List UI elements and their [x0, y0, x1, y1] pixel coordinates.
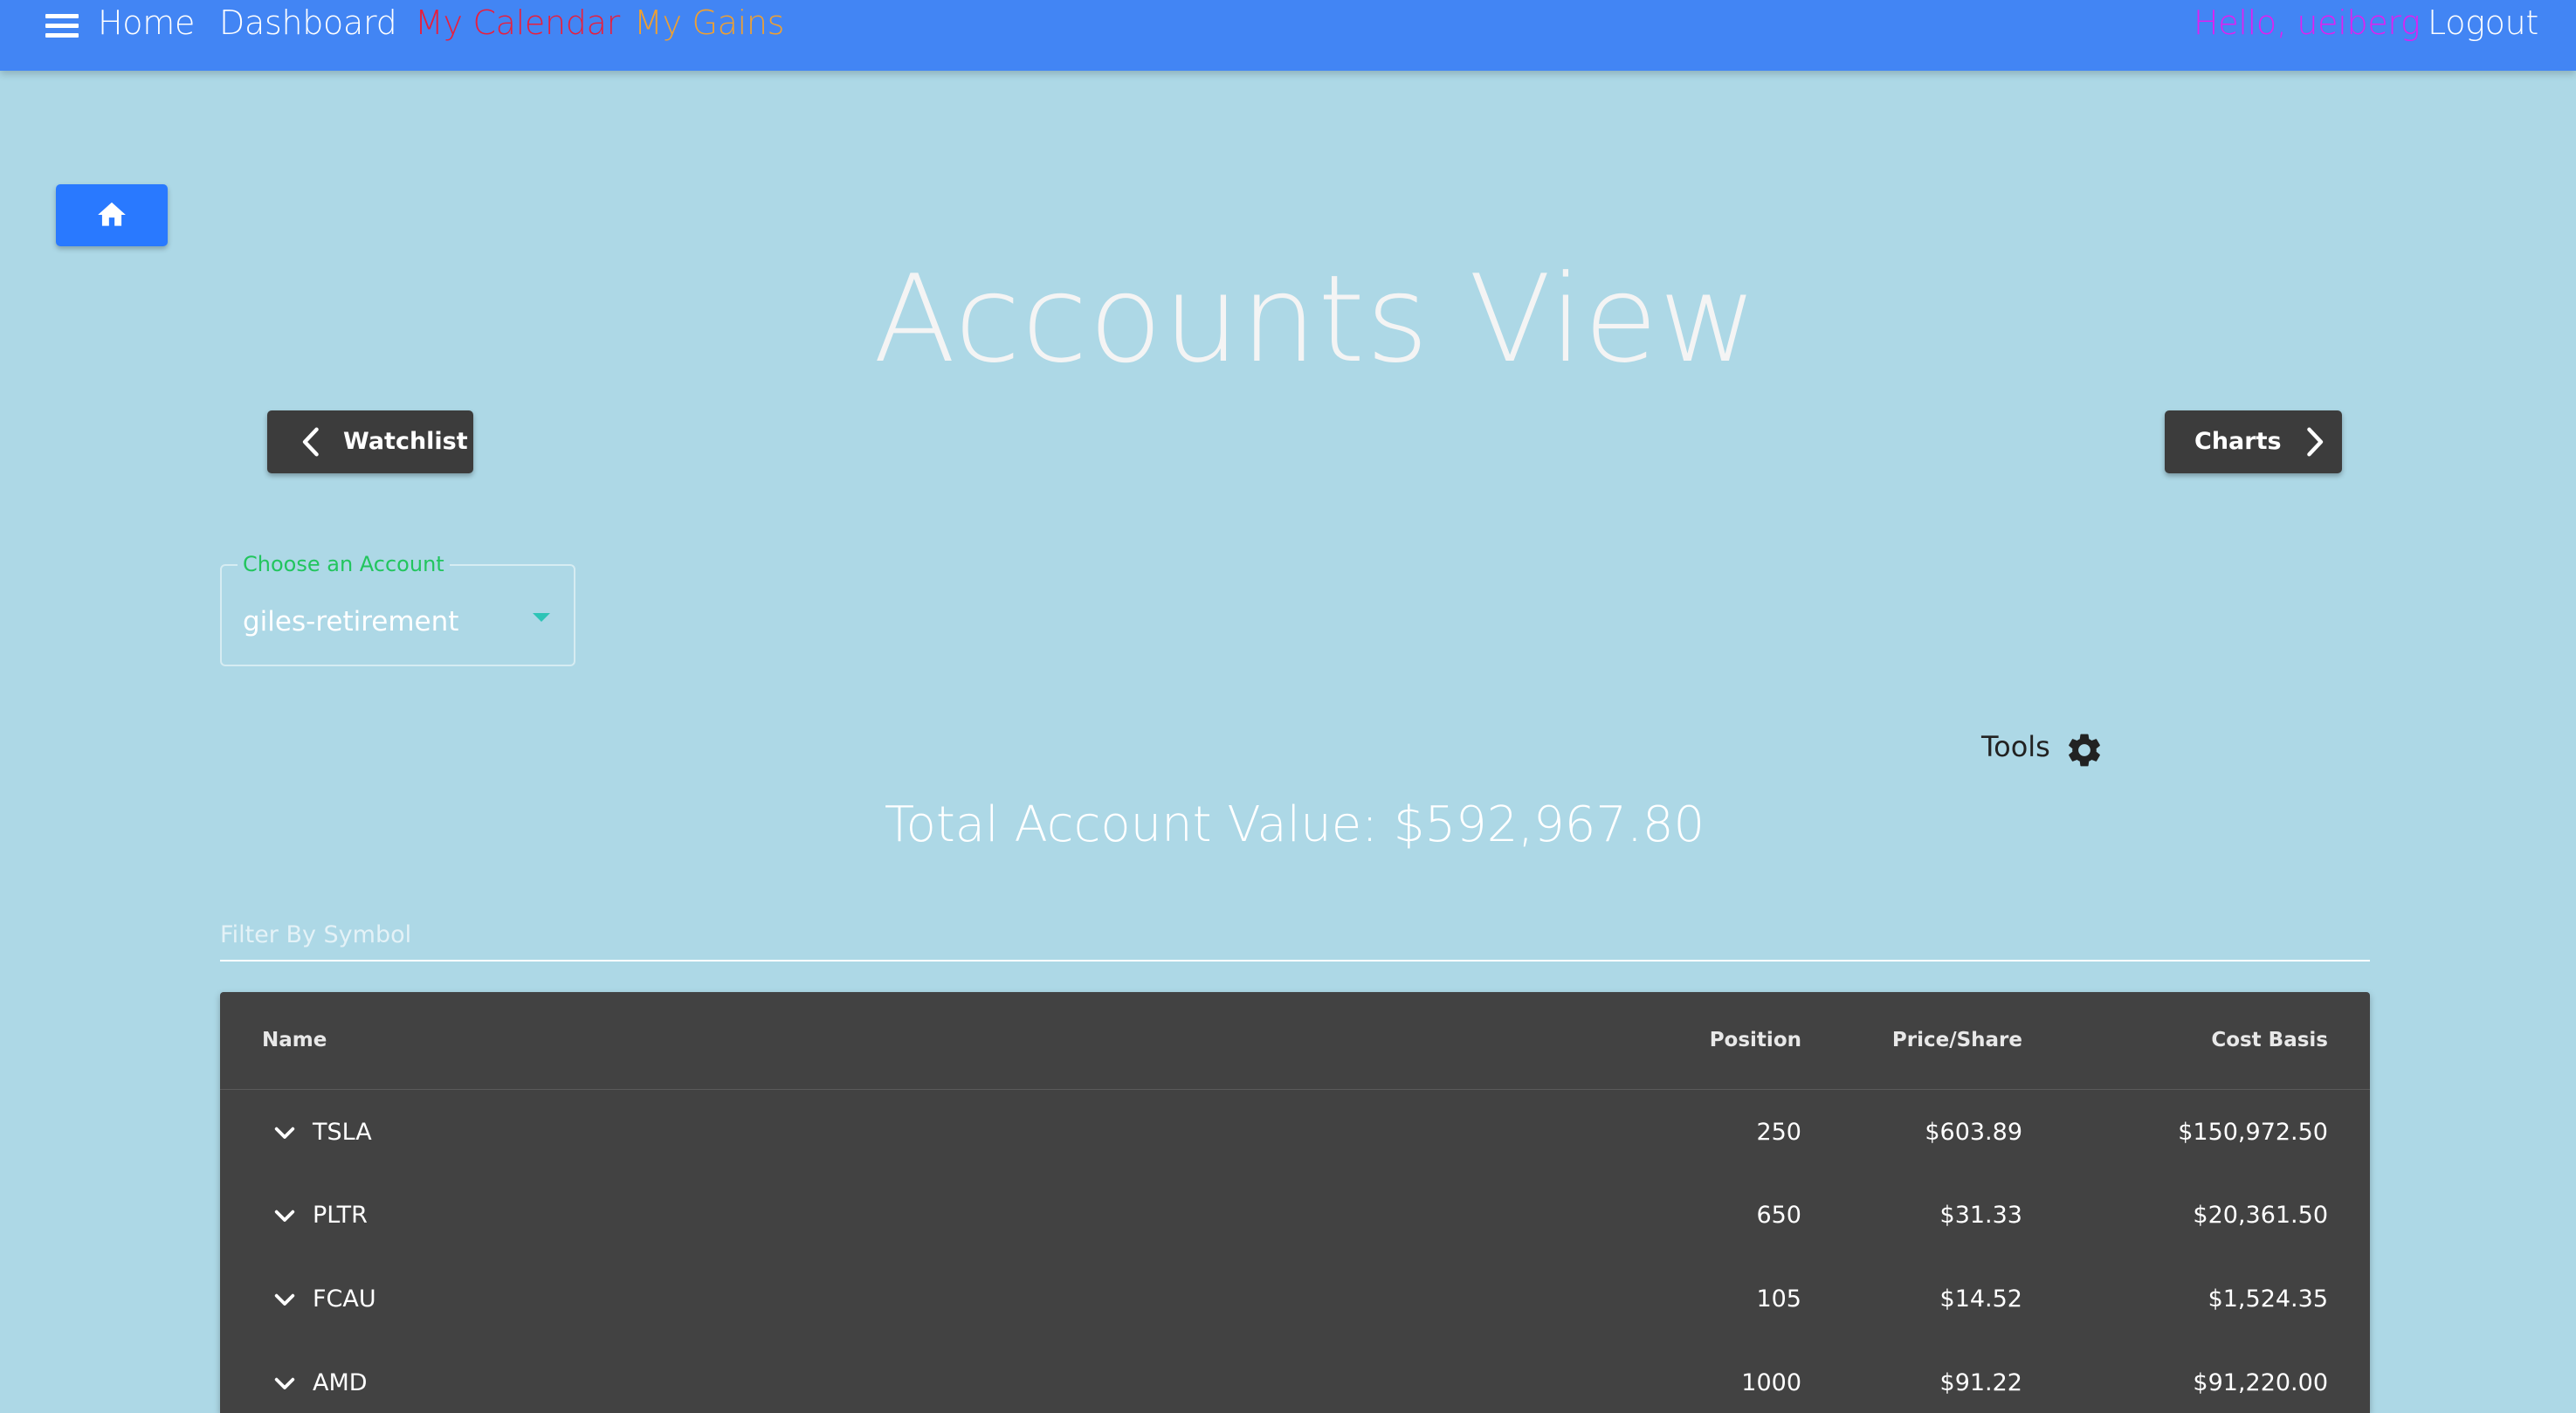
nav-home-link[interactable]: Home: [98, 0, 195, 45]
column-header-position[interactable]: Position: [1710, 1025, 1801, 1055]
row-cost-basis: $20,361.50: [2193, 1202, 2328, 1229]
table-row[interactable]: TSLA 250 $603.89 $150,972.50: [220, 1090, 2370, 1174]
charts-button-label: Charts: [2194, 428, 2282, 455]
table-row[interactable]: AMD 1000 $91.22 $91,220.00: [220, 1341, 2370, 1413]
table-row[interactable]: PLTR 650 $31.33 $20,361.50: [220, 1173, 2370, 1257]
charts-button[interactable]: Charts: [2165, 410, 2342, 473]
watchlist-button-label: Watchlist: [343, 428, 468, 455]
row-price: $603.89: [1925, 1119, 2022, 1146]
row-price: $14.52: [1939, 1285, 2022, 1313]
chevron-left-icon: [302, 427, 319, 457]
chevron-down-icon[interactable]: [271, 1370, 299, 1398]
nav-calendar-link[interactable]: My Calendar: [415, 0, 620, 45]
row-price: $31.33: [1939, 1202, 2022, 1229]
positions-table: Name Position Price/Share Cost Basis TSL…: [220, 992, 2370, 1413]
account-select[interactable]: Choose an Account giles-retirement: [220, 550, 575, 666]
chevron-down-icon[interactable]: [271, 1120, 299, 1148]
row-cost-basis: $150,972.50: [2178, 1119, 2328, 1146]
row-cost-basis: $1,524.35: [2208, 1285, 2328, 1313]
account-select-label: Choose an Account: [238, 550, 450, 578]
chevron-down-icon[interactable]: [271, 1286, 299, 1314]
row-symbol: PLTR: [313, 1202, 368, 1229]
table-row[interactable]: FCAU 105 $14.52 $1,524.35: [220, 1257, 2370, 1341]
top-app-bar: Home Dashboard My Calendar My Gains Hell…: [0, 0, 2576, 71]
row-cost-basis: $91,220.00: [2193, 1369, 2328, 1396]
total-account-value: Total Account Value: $592,967.80: [884, 796, 1705, 853]
page-title: Accounts View: [873, 249, 1759, 389]
logout-link[interactable]: Logout: [2428, 0, 2538, 45]
caret-down-icon: [533, 613, 550, 622]
filter-by-symbol-input[interactable]: [220, 913, 2370, 956]
nav-gains-link[interactable]: My Gains: [634, 0, 784, 45]
row-position: 250: [1756, 1119, 1801, 1146]
chevron-down-icon[interactable]: [271, 1203, 299, 1230]
row-symbol: TSLA: [313, 1119, 372, 1146]
row-position: 105: [1756, 1285, 1801, 1313]
home-button[interactable]: [56, 184, 168, 246]
menu-icon[interactable]: [45, 14, 80, 45]
nav-dashboard-link[interactable]: Dashboard: [219, 0, 397, 45]
chevron-right-icon: [2307, 427, 2324, 457]
home-icon: [98, 202, 126, 226]
account-select-value: giles-retirement: [243, 606, 459, 638]
watchlist-button[interactable]: Watchlist: [267, 410, 473, 473]
row-position: 1000: [1741, 1369, 1801, 1396]
tools-label: Tools: [1981, 730, 2050, 763]
filter-field: [220, 913, 2370, 962]
gear-icon[interactable]: [2064, 730, 2104, 770]
row-position: 650: [1756, 1202, 1801, 1229]
table-header: Name Position Price/Share Cost Basis: [220, 992, 2370, 1090]
column-header-price[interactable]: Price/Share: [1892, 1025, 2022, 1055]
column-header-cost-basis[interactable]: Cost Basis: [2211, 1025, 2328, 1055]
row-price: $91.22: [1939, 1369, 2022, 1396]
row-symbol: AMD: [313, 1369, 368, 1396]
user-greeting: Hello, ueiberg: [2194, 3, 2421, 42]
row-symbol: FCAU: [313, 1285, 376, 1313]
column-header-name[interactable]: Name: [262, 1025, 327, 1055]
